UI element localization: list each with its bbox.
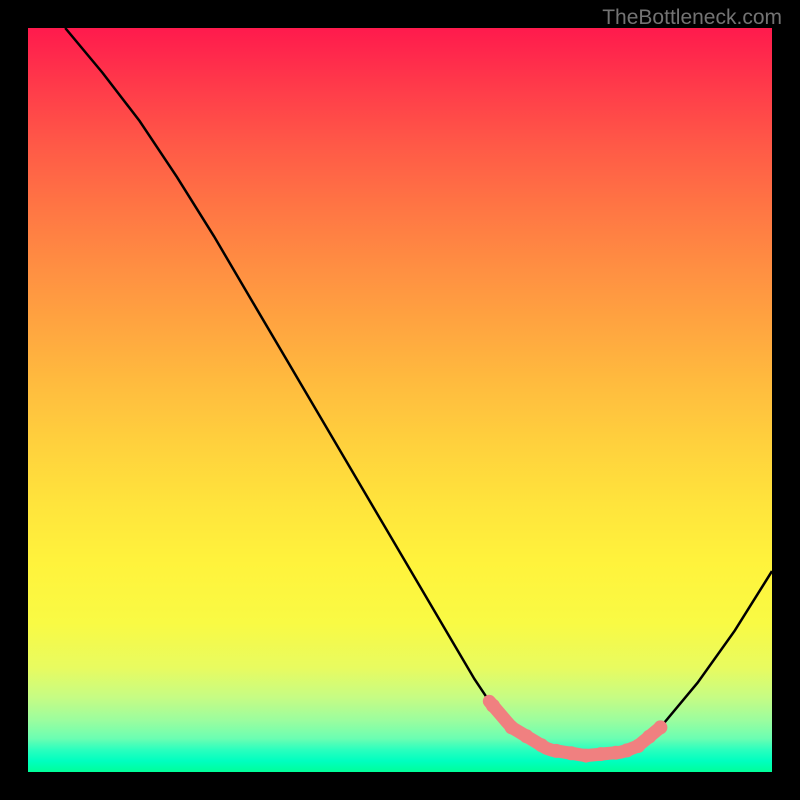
highlight-dot <box>631 739 645 753</box>
bottleneck-curve <box>65 28 772 756</box>
highlight-dot <box>534 738 548 752</box>
highlight-dots-group <box>486 699 667 763</box>
highlight-dot <box>520 729 534 743</box>
watermark-text: TheBottleneck.com <box>602 6 782 30</box>
chart-svg <box>28 28 772 772</box>
highlight-dot <box>564 746 578 760</box>
highlight-dot <box>642 730 656 744</box>
highlight-dot <box>505 720 519 734</box>
highlight-dot <box>549 744 563 758</box>
highlight-dot <box>486 699 500 713</box>
highlight-dot <box>594 747 608 761</box>
chart-container <box>28 28 772 772</box>
highlight-dot <box>579 749 593 763</box>
highlight-dot <box>653 720 667 734</box>
